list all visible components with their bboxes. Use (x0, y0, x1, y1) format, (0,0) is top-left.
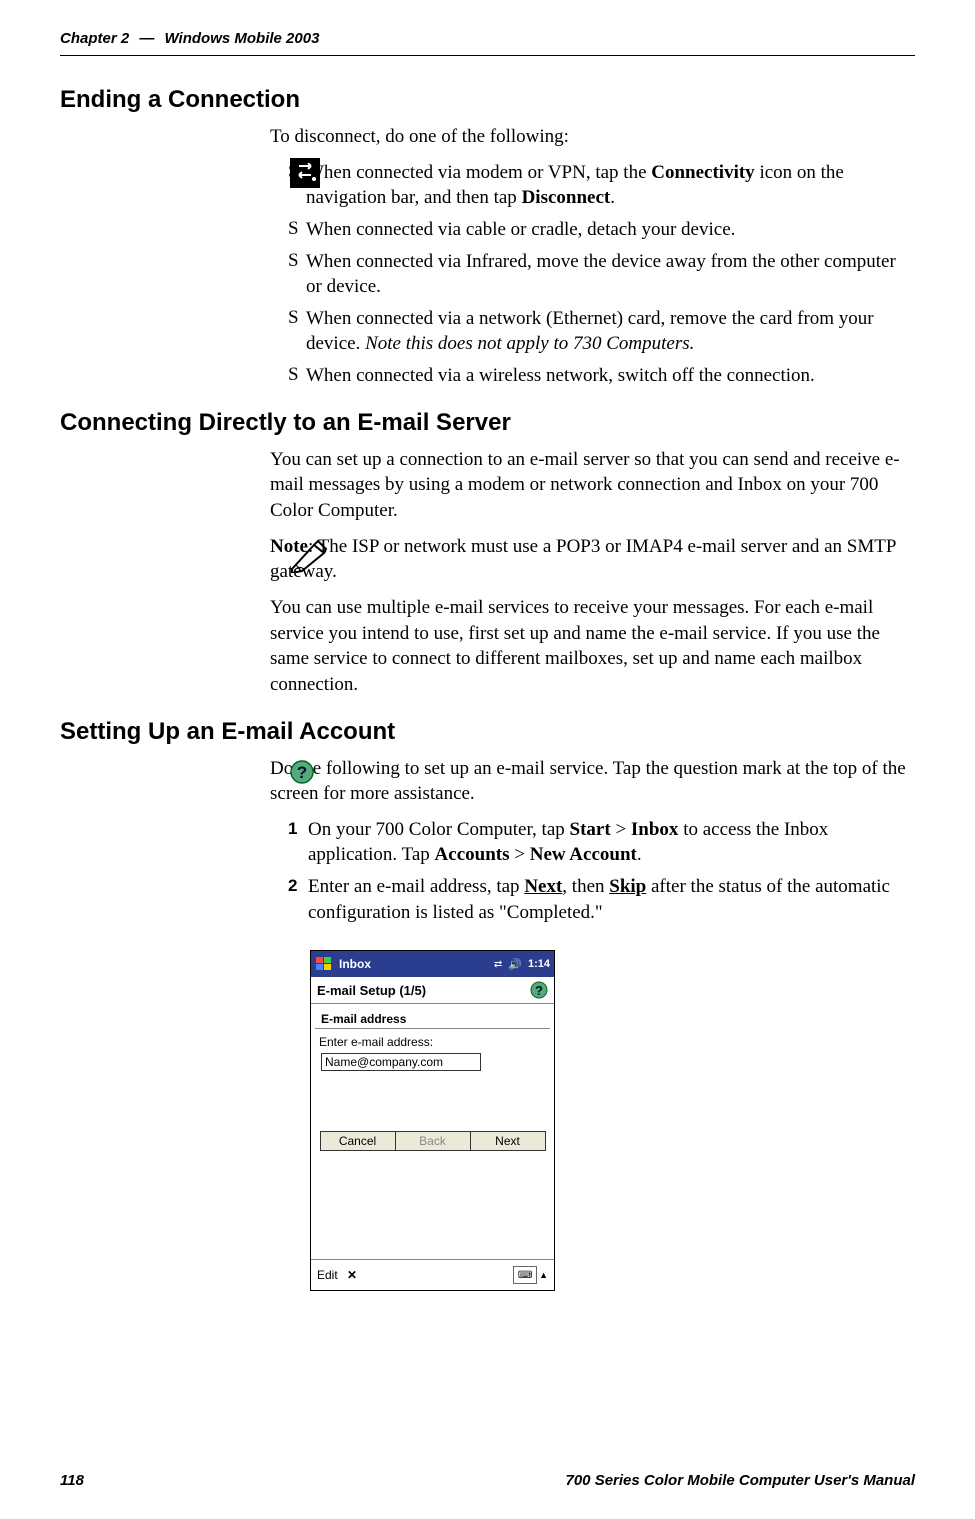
header-title: Windows Mobile 2003 (165, 30, 320, 47)
setting-p1: Do the following to set up an e-mail ser… (270, 756, 915, 807)
note-icon (290, 539, 330, 578)
screenshot-button-row: Cancel Back Next (311, 1081, 554, 1159)
cancel-button[interactable]: Cancel (320, 1131, 396, 1151)
volume-icon[interactable]: 🔊 (508, 958, 522, 971)
page-number: 118 (60, 1472, 84, 1489)
heading-connecting-email: Connecting Directly to an E-mail Server (60, 409, 915, 437)
screenshot-step-bar: E-mail Setup (1/5) ? (311, 977, 554, 1004)
screenshot-clock[interactable]: 1:14 (528, 958, 550, 970)
step-1-text: On your 700 Color Computer, tap Start > … (308, 817, 915, 868)
bullet-5: S When connected via a wireless network,… (270, 363, 915, 389)
bullet-dot: S (288, 217, 306, 242)
step-2-num: 2 (288, 874, 308, 898)
connectivity-status-icon[interactable]: ⇄ (494, 959, 502, 970)
close-x-icon[interactable]: ✕ (347, 1268, 357, 1282)
next-button[interactable]: Next (471, 1131, 546, 1151)
keyboard-icon[interactable]: ⌨ (513, 1266, 537, 1284)
start-flag-icon[interactable] (315, 955, 333, 973)
connecting-note: Note: The ISP or network must use a POP3… (270, 534, 915, 585)
bullet-dot: S (288, 249, 306, 274)
bullet-2: S When connected via cable or cradle, de… (270, 217, 915, 243)
sip-up-icon[interactable]: ▲ (539, 1270, 548, 1280)
heading-setting-up-email: Setting Up an E-mail Account (60, 718, 915, 746)
page-header: Chapter 2 — Windows Mobile 2003 (60, 30, 915, 47)
heading-ending-connection: Ending a Connection (60, 86, 915, 114)
bullet-3: S When connected via Infrared, move the … (270, 249, 915, 300)
connecting-p2: You can use multiple e-mail services to … (270, 595, 915, 698)
bullet-4-text: When connected via a network (Ethernet) … (306, 306, 915, 357)
email-address-input[interactable] (321, 1053, 481, 1071)
bullet-3-text: When connected via Infrared, move the de… (306, 249, 915, 300)
screenshot-titlebar: Inbox ⇄ 🔊 1:14 (311, 951, 554, 977)
ending-intro: To disconnect, do one of the following: (270, 124, 915, 150)
screenshot-section-label: E-mail address (315, 1004, 550, 1029)
screenshot-bottom-bar: Edit ✕ ⌨ ▲ (311, 1259, 554, 1290)
edit-menu[interactable]: Edit (317, 1268, 338, 1282)
bullet-dot: S (288, 363, 306, 388)
connectivity-icon (290, 158, 320, 188)
screenshot-help-icon[interactable]: ? (530, 981, 548, 999)
step-2-text: Enter an e-mail address, tap Next, then … (308, 874, 915, 925)
help-question-icon: ? (290, 760, 314, 789)
header-dash: — (139, 30, 154, 47)
page-footer: 118 700 Series Color Mobile Computer Use… (60, 1472, 915, 1489)
step-2: 2 Enter an e-mail address, tap Next, the… (270, 874, 915, 925)
screenshot-step-label: E-mail Setup (1/5) (317, 983, 426, 998)
screenshot-app-title: Inbox (339, 957, 488, 971)
step-1: 1 On your 700 Color Computer, tap Start … (270, 817, 915, 868)
bullet-5-text: When connected via a wireless network, s… (306, 363, 915, 389)
screenshot-field-label: Enter e-mail address: (311, 1033, 554, 1051)
back-button: Back (396, 1131, 471, 1151)
svg-text:?: ? (297, 763, 307, 782)
device-screenshot: Inbox ⇄ 🔊 1:14 E-mail Setup (1/5) ? E-ma… (310, 950, 555, 1291)
bullet-1: S When connected via modem or VPN, tap t… (270, 160, 915, 211)
step-1-num: 1 (288, 817, 308, 841)
header-rule (60, 55, 915, 56)
bullet-dot: S (288, 306, 306, 331)
bullet-1-text: When connected via modem or VPN, tap the… (306, 160, 915, 211)
svg-text:?: ? (535, 983, 543, 998)
manual-title: 700 Series Color Mobile Computer User's … (566, 1472, 916, 1489)
header-chapter: Chapter 2 (60, 30, 129, 47)
bullet-2-text: When connected via cable or cradle, deta… (306, 217, 915, 243)
connecting-p1: You can set up a connection to an e-mail… (270, 447, 915, 524)
bullet-4: S When connected via a network (Ethernet… (270, 306, 915, 357)
